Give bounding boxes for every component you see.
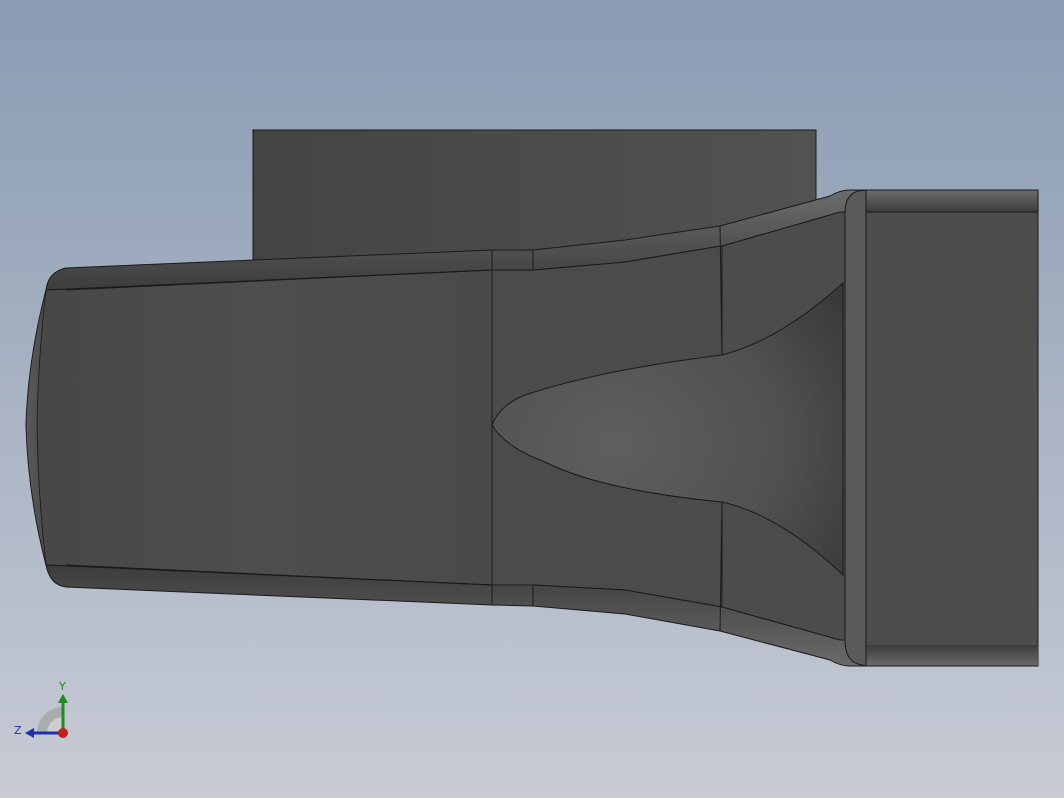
- z-axis-label: Z: [14, 724, 22, 737]
- right-flange-top-fillet: [865, 189, 1039, 213]
- orientation-triad: Y Z: [14, 680, 68, 738]
- y-axis-label: Y: [58, 680, 66, 693]
- main-body-face: [25, 269, 493, 586]
- graphics-viewport[interactable]: Y Z: [0, 0, 1064, 798]
- y-axis-arrow: [58, 694, 68, 703]
- 3d-model-view[interactable]: [0, 0, 1064, 798]
- flange-side-strip: [844, 189, 867, 667]
- right-flange-face: [865, 189, 1039, 667]
- z-axis-arrow: [25, 728, 34, 738]
- x-axis-origin: [58, 728, 68, 738]
- right-flange-bottom-fillet: [866, 645, 1038, 666]
